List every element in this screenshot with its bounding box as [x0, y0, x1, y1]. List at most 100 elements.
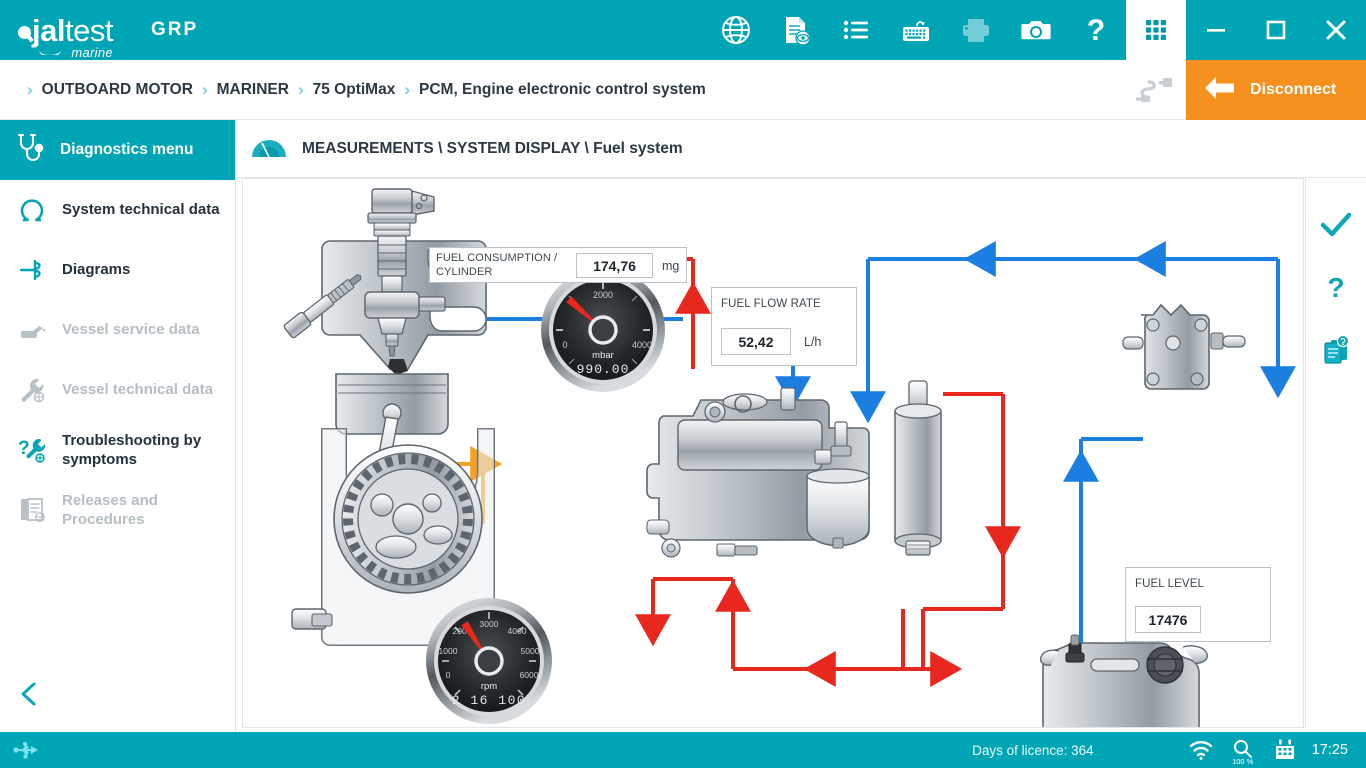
top-icon-group: ? — [706, 0, 1186, 60]
pressure-tick-4000: 4000 — [632, 340, 652, 350]
logo-jal-text: jal — [32, 12, 65, 48]
sidebar-header-diagnostics-menu[interactable]: Diagnostics menu — [0, 120, 235, 180]
grid-apps-icon[interactable] — [1126, 0, 1186, 60]
content-title: MEASUREMENTS \ SYSTEM DISPLAY \ Fuel sys… — [302, 139, 683, 157]
fuel-flow-rate-readout: FUEL FLOW RATE 52,42 L/h — [711, 287, 857, 366]
action-rail: ? — [1305, 178, 1366, 728]
pressure-tick-0: 0 — [562, 340, 567, 350]
top-toolbar: jal test marine GRP ? — [0, 0, 1366, 60]
fuel-level-readout: FUEL LEVEL 17476 — [1125, 567, 1271, 642]
sidebar-item-label-1: Diagrams — [62, 261, 131, 279]
rpm-tick-0: 0 — [446, 670, 451, 680]
content-header: MEASUREMENTS \ SYSTEM DISPLAY \ Fuel sys… — [236, 120, 1366, 178]
svg-text:?: ? — [1087, 14, 1105, 47]
document-view-icon[interactable] — [766, 0, 826, 60]
application-window: jal test marine GRP ? › OUTBOARD MOTOR ›… — [0, 0, 1366, 768]
sidebar-item-system-technical-data[interactable]: System technical data — [0, 180, 235, 240]
back-arrow-icon — [1202, 75, 1236, 106]
rpm-tick-5000: 5000 — [521, 646, 540, 656]
chevron-left-icon — [17, 679, 43, 714]
logo-marine-text: marine — [71, 44, 113, 60]
stethoscope-icon — [14, 131, 48, 170]
camera-icon[interactable] — [1006, 0, 1066, 60]
logo-dot-icon — [18, 25, 31, 39]
rpm-unit-label: rpm — [481, 681, 497, 692]
zoom-icon[interactable]: 100 % — [1222, 732, 1264, 768]
pressure-tick-2000: 2000 — [593, 290, 613, 300]
sidebar-item-vessel-technical-data: Vessel technical data — [0, 360, 235, 420]
sidebar: Diagnostics menu System technical data D… — [0, 120, 236, 732]
breadcrumb-item-3[interactable]: PCM, Engine electronic control system — [419, 81, 706, 99]
omega-icon — [14, 195, 50, 225]
sidebar-item-label-2: Vessel service data — [62, 321, 200, 339]
help-question-icon[interactable]: ? — [1310, 256, 1362, 318]
sidebar-item-label-0: System technical data — [62, 201, 220, 219]
status-bar: Days of licence: 364 100 % 17:25 — [0, 732, 1366, 768]
confirm-check-icon[interactable] — [1310, 194, 1362, 256]
sidebar-header-label: Diagnostics menu — [60, 141, 194, 158]
calendar-icon[interactable] — [1264, 732, 1306, 768]
breadcrumb-separator-1: › — [201, 80, 208, 99]
breadcrumb-item-2[interactable]: 75 OptiMax — [313, 81, 396, 99]
breadcrumb-item-1[interactable]: MARINER — [217, 81, 289, 99]
fuel-consumption-value: 174,76 — [576, 253, 653, 278]
sidebar-item-troubleshooting-by-symptoms[interactable]: ? Troubleshooting by symptoms — [0, 420, 235, 480]
sidebar-item-vessel-service-data: Vessel service data — [0, 300, 235, 360]
sidebar-item-releases-and-procedures: Releases and Procedures — [0, 480, 235, 540]
breadcrumb: › OUTBOARD MOTOR › MARINER › 75 OptiMax … — [0, 81, 706, 99]
wifi-icon[interactable] — [1180, 732, 1222, 768]
printer-icon — [946, 0, 1006, 60]
rpm-tick-4000: 4000 — [508, 626, 527, 636]
breadcrumb-bar: › OUTBOARD MOTOR › MARINER › 75 OptiMax … — [0, 60, 1366, 120]
fuel-level-value: 17476 — [1135, 606, 1201, 633]
fuel-tank — [1039, 634, 1208, 727]
rpm-tick-6000: 6000 — [520, 670, 539, 680]
window-controls — [1186, 0, 1366, 60]
fuel-level-caption: FUEL LEVEL — [1135, 578, 1204, 590]
wrench-question-icon: ? — [14, 434, 50, 466]
close-button[interactable] — [1306, 0, 1366, 60]
fuel-consumption-readout: FUEL CONSUMPTION / CYLINDER 174,76 mg — [429, 247, 687, 283]
maximize-button[interactable] — [1246, 0, 1306, 60]
disconnect-label: Disconnect — [1250, 81, 1337, 98]
logo-swoosh-icon — [39, 48, 61, 55]
rpm-digital-readout: 2 16 100 — [452, 693, 526, 708]
product-name: GRP — [150, 19, 199, 40]
status-icon-group: 100 % 17:25 — [1180, 732, 1366, 768]
rpm-tick-3000: 3000 — [480, 619, 499, 629]
svg-text:?: ? — [1327, 272, 1344, 303]
sidebar-item-label-3: Vessel technical data — [62, 381, 213, 399]
zoom-level-label: 100 % — [1232, 757, 1254, 766]
usb-icon — [12, 738, 40, 762]
pressure-gauge: 2000 0 4000 mbar 990.00 — [539, 266, 667, 394]
list-icon[interactable] — [826, 0, 886, 60]
breadcrumb-separator-0: › — [27, 80, 33, 99]
sidebar-collapse-button[interactable] — [0, 672, 60, 720]
rpm-tick-1000: 1000 — [439, 646, 458, 656]
report-document-icon[interactable] — [1310, 318, 1362, 380]
app-logo[interactable]: jal test marine GRP — [0, 12, 199, 59]
licence-days-label: Days of licence: 364 — [972, 742, 1094, 758]
help-icon[interactable]: ? — [1066, 0, 1126, 60]
documents-icon — [14, 495, 50, 525]
keyboard-icon[interactable] — [886, 0, 946, 60]
breadcrumb-item-0[interactable]: OUTBOARD MOTOR — [42, 81, 193, 99]
fuel-system-schematic-svg — [283, 188, 1296, 727]
fuel-consumption-unit: mg — [662, 259, 680, 273]
minimize-button[interactable] — [1186, 0, 1246, 60]
globe-icon[interactable] — [706, 0, 766, 60]
fuel-filter — [894, 380, 942, 556]
disconnect-button[interactable]: Disconnect — [1186, 60, 1366, 120]
fuel-flow-rate-caption: FUEL FLOW RATE — [721, 298, 821, 310]
fuel-system-diagram: 2000 0 4000 mbar 990.00 3000 2000 4000 1… — [242, 178, 1304, 728]
content-area: MEASUREMENTS \ SYSTEM DISPLAY \ Fuel sys… — [236, 120, 1366, 732]
diagnostic-cable-icon — [1126, 60, 1186, 120]
fuel-flow-rate-value: 52,42 — [721, 328, 791, 355]
sidebar-item-label-5: Releases and Procedures — [62, 491, 158, 528]
gauge-icon — [250, 133, 288, 164]
sidebar-item-diagrams[interactable]: Diagrams — [0, 240, 235, 300]
pressure-unit-label: mbar — [592, 350, 614, 361]
fuel-flow-rate-unit: L/h — [804, 335, 822, 349]
clock-label: 17:25 — [1311, 742, 1348, 758]
logo-test-text: test — [64, 12, 113, 48]
